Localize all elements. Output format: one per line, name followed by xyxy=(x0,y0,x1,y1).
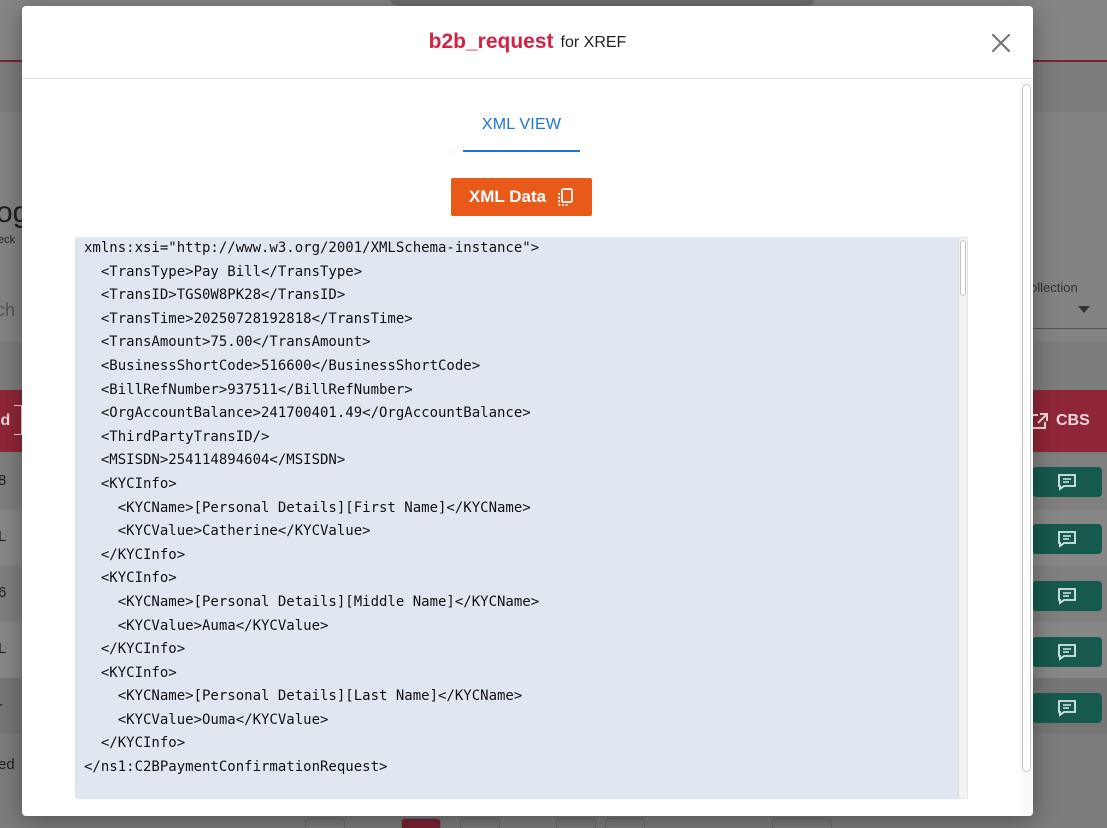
chat-button xyxy=(1032,467,1102,497)
dialog-scrollbar-thumb[interactable] xyxy=(1022,84,1031,772)
background-page-subtitle: eck xyxy=(0,234,16,246)
chat-icon xyxy=(1058,531,1076,548)
chat-button xyxy=(1032,581,1102,611)
copy-xml-button-label: XML Data xyxy=(468,187,547,206)
xml-code-line: <BusinessShortCode>516600</BusinessShort… xyxy=(84,357,481,374)
xml-code-line: <KYCInfo> xyxy=(84,664,177,681)
background-row-cell: L xyxy=(0,528,7,545)
xml-code-line: </KYCInfo> xyxy=(84,735,186,752)
xml-code-line: <ThirdPartyTransID/> xyxy=(84,428,270,445)
copy-icon xyxy=(558,188,573,206)
xml-code-line: <TransAmount>75.00</TransAmount> xyxy=(84,334,371,351)
background-header-cbs-label: CBS xyxy=(1056,412,1090,429)
chevron-down-icon xyxy=(1078,306,1090,313)
background-row-cell: 8 xyxy=(0,472,7,489)
tab-xml-view-label: XML VIEW xyxy=(481,116,562,133)
xml-code-line: <OrgAccountBalance>241700401.49</OrgAcco… xyxy=(84,405,531,422)
xml-code-line: </ns1:C2BPaymentConfirmationRequest> xyxy=(84,759,388,776)
open-external-icon xyxy=(1031,413,1048,429)
background-pager-button xyxy=(460,818,500,828)
tab-xml-view[interactable]: XML VIEW xyxy=(463,108,580,152)
xml-code-line: <BillRefNumber>937511</BillRefNumber> xyxy=(84,381,413,398)
chat-icon xyxy=(1058,644,1076,661)
background-select-underline xyxy=(1030,328,1107,329)
chat-button xyxy=(1032,524,1102,554)
xml-code-line: <KYCInfo> xyxy=(84,475,177,492)
code-scrollbar[interactable] xyxy=(958,238,967,798)
dialog-body: XML VIEW XML Data xmlns:xsi="http://www.… xyxy=(22,80,1033,816)
xml-code-line: <TransType>Pay Bill</TransType> xyxy=(84,263,363,280)
xml-code-line: <TransID>TGS0W8PK28</TransID> xyxy=(84,287,346,304)
background-row-cell: 6 xyxy=(0,584,7,601)
background-header-cbs: CBS xyxy=(1030,412,1090,430)
xml-code-line: <KYCValue>Auma</KYCValue> xyxy=(84,617,329,634)
background-header-cell: ld xyxy=(0,412,11,429)
xml-code-line: </KYCInfo> xyxy=(84,641,186,658)
chat-button xyxy=(1032,637,1102,667)
chat-icon xyxy=(1058,588,1076,605)
background-pager-button xyxy=(401,818,441,828)
dialog-subtitle: for XREF xyxy=(560,34,627,51)
background-pager-button xyxy=(556,818,596,828)
background-row-cell: - xyxy=(0,696,3,713)
xml-code-line: <TransTime>20250728192818</TransTime> xyxy=(84,310,413,327)
chat-icon xyxy=(1058,700,1076,717)
xml-code-line: <KYCValue>Catherine</KYCValue> xyxy=(84,523,371,540)
background-footer-text: ed xyxy=(0,756,15,773)
copy-xml-button[interactable]: XML Data xyxy=(451,178,592,216)
xml-code-line: <KYCName>[Personal Details][Last Name]</… xyxy=(84,688,523,705)
dialog-header: b2b_request for XREF xyxy=(22,6,1033,79)
xml-code-line: <MSISDN>254114894604</MSISDN> xyxy=(84,452,346,469)
chat-button xyxy=(1032,693,1102,723)
xml-code-line: <KYCInfo> xyxy=(84,570,177,587)
xml-code-line: <KYCName>[Personal Details][First Name]<… xyxy=(84,499,531,516)
xml-code-line: <KYCName>[Personal Details][Middle Name]… xyxy=(84,593,540,610)
xml-code-viewer[interactable]: xmlns:xsi="http://www.w3.org/2001/XMLSch… xyxy=(75,237,968,799)
background-pager-button xyxy=(305,818,345,828)
background-row-cell: L xyxy=(0,640,7,657)
xml-code-content: xmlns:xsi="http://www.w3.org/2001/XMLSch… xyxy=(84,237,539,780)
chat-icon xyxy=(1058,474,1076,491)
background-header-divider xyxy=(14,405,22,435)
background-collection-label: ollection xyxy=(1030,280,1078,295)
background-search-input: ch xyxy=(0,300,16,320)
dialog-title: b2b_request xyxy=(428,30,554,53)
xml-code-line: </KYCInfo> xyxy=(84,546,186,563)
code-scrollbar-thumb[interactable] xyxy=(960,240,966,296)
xml-code-line: xmlns:xsi="http://www.w3.org/2001/XMLSch… xyxy=(84,240,540,256)
background-pager-button xyxy=(772,818,832,828)
close-button[interactable] xyxy=(990,32,1012,54)
dialog-scrollbar[interactable] xyxy=(1020,80,1033,816)
close-icon[interactable] xyxy=(990,32,1012,54)
xml-request-dialog: b2b_request for XREF XML VIEW XML Data x… xyxy=(22,6,1033,816)
xml-code-line: <KYCValue>Ouma</KYCValue> xyxy=(84,711,329,728)
background-pager-button xyxy=(605,818,645,828)
